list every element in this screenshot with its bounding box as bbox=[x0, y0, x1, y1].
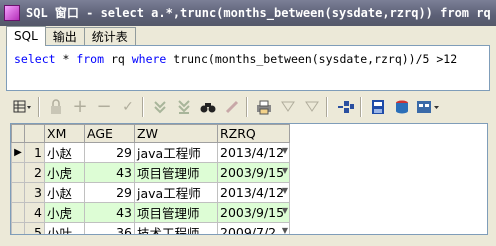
window-title: SQL 窗口 - select a.*,trunc(months_between… bbox=[26, 6, 496, 20]
cell-zw[interactable]: 项目管理师 bbox=[134, 162, 218, 183]
cell-age[interactable]: 29 bbox=[84, 142, 135, 163]
cell-rzrq[interactable]: 2013/4/12 ▼ bbox=[217, 182, 290, 203]
chart-icon[interactable] bbox=[392, 97, 412, 117]
grid-options-icon[interactable] bbox=[416, 97, 440, 117]
export-icon[interactable] bbox=[368, 97, 388, 117]
sql-part: * bbox=[55, 52, 77, 66]
toolbar-separator bbox=[142, 97, 144, 117]
keyword-select: select bbox=[14, 52, 56, 66]
sql-part: rq bbox=[104, 52, 132, 66]
cell-rzrq[interactable]: 2003/9/15 ▼ bbox=[217, 202, 290, 223]
cell-age[interactable]: 36 bbox=[84, 222, 135, 234]
header-xm[interactable]: XM bbox=[44, 124, 85, 143]
dropdown-arrow-icon[interactable]: ▼ bbox=[282, 166, 288, 175]
cell-rzrq[interactable]: 2003/9/15 ▼ bbox=[217, 162, 290, 183]
cell-age[interactable]: 43 bbox=[84, 162, 135, 183]
sql-text[interactable]: select * from rq where trunc(months_betw… bbox=[14, 52, 457, 66]
result-table: XM AGE ZW RZRQ ▶ 1 小赵 29 java工程师 2013/4/… bbox=[11, 124, 290, 235]
keyword-from: from bbox=[76, 52, 105, 66]
sql-window-icon bbox=[4, 5, 20, 21]
lock-icon[interactable] bbox=[46, 97, 66, 117]
cell-xm[interactable]: 小叶 bbox=[44, 222, 85, 234]
clear-icon[interactable] bbox=[222, 97, 242, 117]
dropdown-arrow-icon[interactable]: ▼ bbox=[282, 206, 288, 215]
dropdown-arrow-icon[interactable]: ▼ bbox=[282, 186, 288, 195]
header-age[interactable]: AGE bbox=[84, 124, 135, 143]
print-icon[interactable] bbox=[254, 97, 274, 117]
cell-xm[interactable]: 小虎 bbox=[44, 162, 85, 183]
header-rzrq[interactable]: RZRQ bbox=[217, 124, 290, 143]
header-row: XM AGE ZW RZRQ bbox=[11, 124, 290, 143]
add-row-icon[interactable]: + bbox=[70, 97, 90, 117]
toolbar-separator bbox=[38, 97, 40, 117]
header-rownum bbox=[24, 124, 45, 143]
cell-rzrq-value: 2003/9/15 bbox=[220, 165, 285, 180]
result-toolbar: + − ✓ bbox=[10, 94, 494, 122]
title-bar: SQL 窗口 - select a.*,trunc(months_between… bbox=[0, 0, 496, 26]
cell-age[interactable]: 43 bbox=[84, 202, 135, 223]
row-number: 1 bbox=[24, 142, 45, 163]
filter-icon[interactable] bbox=[278, 97, 298, 117]
toolbar-separator bbox=[246, 97, 248, 117]
fetch-last-icon[interactable] bbox=[174, 97, 194, 117]
cell-zw[interactable]: 技术工程师 bbox=[134, 222, 218, 234]
keyword-where: where bbox=[131, 52, 167, 66]
dropdown-arrow-icon[interactable]: ▼ bbox=[282, 226, 288, 234]
row-indicator bbox=[11, 162, 25, 183]
cell-rzrq-value: 2013/4/12 bbox=[220, 185, 285, 200]
toolbar-separator bbox=[326, 97, 328, 117]
delete-row-icon[interactable]: − bbox=[94, 97, 114, 117]
cell-rzrq-value: 2009/7/2 bbox=[220, 225, 277, 235]
table-row[interactable]: 2 小虎 43 项目管理师 2003/9/15 ▼ bbox=[11, 162, 290, 183]
row-indicator bbox=[11, 222, 25, 234]
cell-rzrq-value: 2013/4/12 bbox=[220, 145, 285, 160]
cell-rzrq[interactable]: 2013/4/12 ▼ bbox=[217, 142, 290, 163]
tab-statistics[interactable]: 统计表 bbox=[83, 27, 136, 45]
cell-zw[interactable]: java工程师 bbox=[134, 142, 218, 163]
row-number: 2 bbox=[24, 162, 45, 183]
table-row[interactable]: 4 小虎 43 项目管理师 2003/9/15 ▼ bbox=[11, 202, 290, 223]
tab-sql[interactable]: SQL bbox=[6, 26, 46, 46]
table-row[interactable]: 3 小赵 29 java工程师 2013/4/12 ▼ bbox=[11, 182, 290, 203]
query-icon[interactable] bbox=[336, 97, 356, 117]
cell-rzrq-value: 2003/9/15 bbox=[220, 205, 285, 220]
current-row-indicator-icon: ▶ bbox=[11, 142, 25, 163]
cell-zw[interactable]: java工程师 bbox=[134, 182, 218, 203]
row-number: 4 bbox=[24, 202, 45, 223]
row-indicator bbox=[11, 202, 25, 223]
row-number: 5 bbox=[24, 222, 45, 234]
cell-rzrq[interactable]: 2009/7/2 ▼ bbox=[217, 222, 290, 235]
cell-xm[interactable]: 小赵 bbox=[44, 142, 85, 163]
toolbar-separator bbox=[360, 97, 362, 117]
result-grid[interactable]: XM AGE ZW RZRQ ▶ 1 小赵 29 java工程师 2013/4/… bbox=[10, 123, 488, 235]
grid-menu-icon[interactable] bbox=[12, 97, 32, 117]
cell-zw[interactable]: 项目管理师 bbox=[134, 202, 218, 223]
cell-xm[interactable]: 小赵 bbox=[44, 182, 85, 203]
dropdown-arrow-icon[interactable]: ▼ bbox=[282, 146, 288, 155]
sql-part: trunc(months_between(sysdate,rzrq))/5 >1… bbox=[166, 52, 458, 66]
cell-xm[interactable]: 小虎 bbox=[44, 202, 85, 223]
table-row[interactable]: 5 小叶 36 技术工程师 2009/7/2 ▼ bbox=[11, 222, 290, 235]
post-icon[interactable]: ✓ bbox=[118, 97, 138, 117]
tab-bar: SQL 输出 统计表 bbox=[6, 26, 136, 46]
table-row[interactable]: ▶ 1 小赵 29 java工程师 2013/4/12 ▼ bbox=[11, 142, 290, 163]
tab-output[interactable]: 输出 bbox=[44, 27, 85, 45]
row-indicator bbox=[11, 182, 25, 203]
header-indicator bbox=[11, 124, 25, 143]
find-icon[interactable] bbox=[198, 97, 218, 117]
filter-down-icon[interactable] bbox=[302, 97, 322, 117]
fetch-next-icon[interactable] bbox=[150, 97, 170, 117]
sql-editor[interactable]: select * from rq where trunc(months_betw… bbox=[6, 45, 490, 91]
header-zw[interactable]: ZW bbox=[134, 124, 218, 143]
row-number: 3 bbox=[24, 182, 45, 203]
cell-age[interactable]: 29 bbox=[84, 182, 135, 203]
